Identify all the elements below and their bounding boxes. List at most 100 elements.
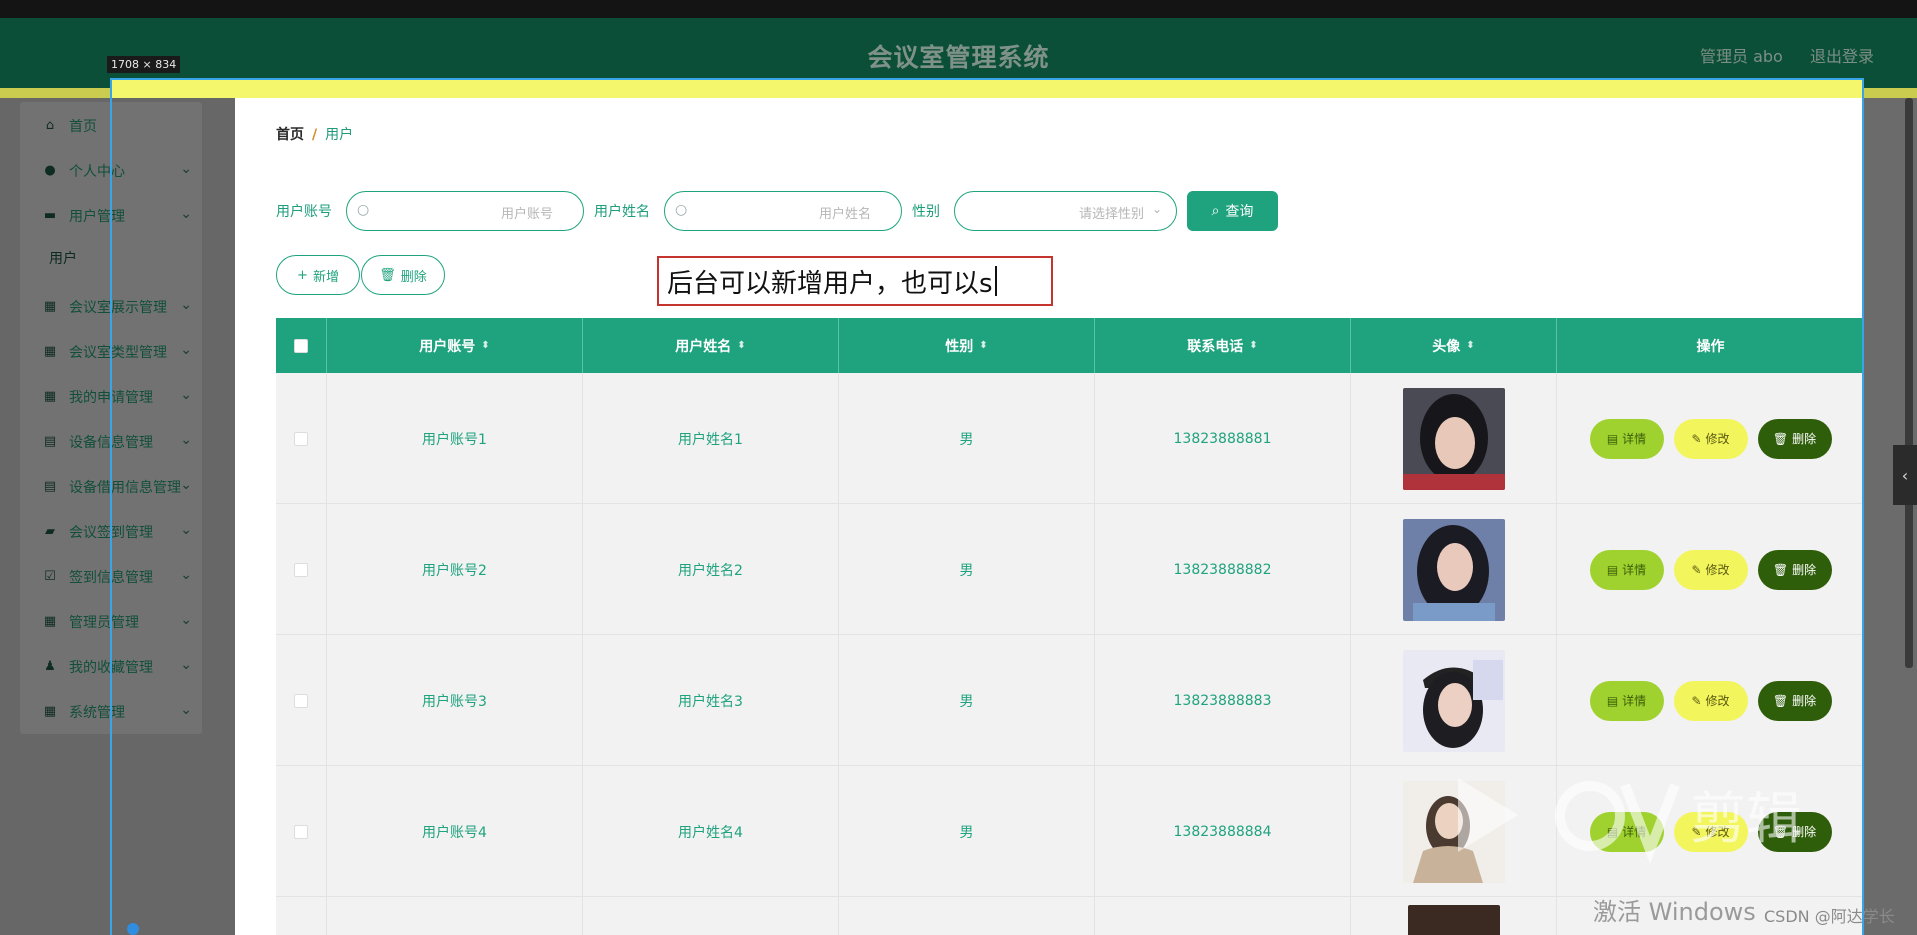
edit-label: 修改 bbox=[1705, 563, 1730, 577]
account-placeholder: 用户账号 bbox=[500, 207, 553, 222]
row-checkbox[interactable] bbox=[294, 431, 308, 446]
cell-name: 用户姓名3 bbox=[583, 635, 839, 766]
column-header-gender[interactable]: 性别 ⬍ bbox=[839, 318, 1095, 373]
sort-icon: ⬍ bbox=[979, 340, 988, 351]
edit-button[interactable]: ✎ 修改 bbox=[1673, 680, 1748, 721]
column-header-name[interactable]: 用户姓名 ⬍ bbox=[583, 318, 839, 373]
apps-icon: ▦ bbox=[43, 614, 57, 629]
user-icon: ● bbox=[44, 163, 56, 178]
chevron-down-icon: ⌄ bbox=[180, 567, 192, 583]
chevron-left-icon: ‹ bbox=[1901, 465, 1909, 485]
pencil-icon: ✎ bbox=[1691, 431, 1702, 446]
name-search-input[interactable]: ○ 用户姓名 bbox=[664, 191, 902, 231]
account-search-input[interactable]: ○ 用户账号 bbox=[346, 191, 584, 231]
row-checkbox[interactable] bbox=[294, 562, 308, 577]
cell-account: 用户账号1 bbox=[327, 373, 583, 504]
breadcrumb-current: 用户 bbox=[325, 127, 354, 143]
row-select-cell bbox=[276, 766, 327, 897]
person-icon: ♟ bbox=[44, 659, 56, 674]
cell-phone: 13823888882 bbox=[1095, 504, 1351, 635]
grid-icon: ▦ bbox=[43, 389, 57, 404]
cell-gender: 男 bbox=[839, 504, 1095, 635]
search-button[interactable]: ⌕ 查询 bbox=[1187, 191, 1278, 231]
chevron-down-icon: ⌄ bbox=[180, 477, 192, 493]
detail-button[interactable]: ▤ 详情 bbox=[1589, 549, 1664, 590]
edit-button[interactable]: ✎ 修改 bbox=[1673, 418, 1748, 459]
detail-button[interactable]: ▤ 详情 bbox=[1589, 418, 1664, 459]
column-header-phone[interactable]: 联系电话 ⬍ bbox=[1095, 318, 1351, 373]
delete-label: 删除 bbox=[1792, 432, 1817, 446]
sidebar-item-label: 用户管理 bbox=[69, 208, 125, 225]
window-yellow-band bbox=[110, 80, 1864, 98]
delete-button[interactable]: 🗑 删除 bbox=[1757, 418, 1832, 459]
pencil-icon: ✎ bbox=[1691, 562, 1702, 577]
gender-select[interactable]: 请选择性别 ⌄ bbox=[954, 191, 1177, 231]
windows-activation-watermark: 激活 Windows bbox=[1593, 898, 1756, 926]
app-title: 会议室管理系统 bbox=[867, 43, 1050, 72]
document-icon: ▤ bbox=[1606, 693, 1619, 708]
search-button-label: 查询 bbox=[1225, 204, 1254, 220]
row-checkbox[interactable] bbox=[294, 824, 308, 839]
search-icon: ○ bbox=[357, 202, 370, 218]
delete-button-label: 删除 bbox=[400, 269, 427, 285]
cell-avatar bbox=[1351, 373, 1557, 504]
cell-gender: 男 bbox=[839, 373, 1095, 504]
briefcase-icon: ▬ bbox=[43, 208, 57, 223]
add-button[interactable]: + 新增 bbox=[276, 255, 360, 295]
cell-actions: ▤ 详情 ✎ 修改 🗑 删除 bbox=[1557, 504, 1864, 635]
cell-avatar bbox=[1351, 504, 1557, 635]
cell-account: 用户账号3 bbox=[327, 635, 583, 766]
cell-name: 用户姓名4 bbox=[583, 766, 839, 897]
sidebar-item-label: 会议室展示管理 bbox=[69, 299, 167, 316]
breadcrumb: 首页 / 用户 bbox=[276, 124, 353, 144]
ev-watermark-text: 剪辑 bbox=[1690, 787, 1802, 852]
admin-name: 管理员 abo bbox=[1700, 47, 1783, 66]
plus-icon: + bbox=[297, 267, 308, 283]
logout-link[interactable]: 退出登录 bbox=[1810, 43, 1874, 67]
collapse-panel-button[interactable]: ‹ bbox=[1893, 445, 1917, 505]
row-select-cell bbox=[276, 504, 327, 635]
clipboard-icon: ▤ bbox=[43, 479, 57, 494]
annotation-text: 后台可以新增用户，也可以s bbox=[667, 268, 993, 299]
detail-button[interactable]: ▤ 详情 bbox=[1589, 680, 1664, 721]
sidebar-subitem-users[interactable]: 用户 bbox=[49, 248, 77, 268]
delete-button[interactable]: 🗑 删除 bbox=[1757, 680, 1832, 721]
chevron-down-icon: ⌄ bbox=[180, 702, 192, 718]
column-header-account[interactable]: 用户账号 ⬍ bbox=[327, 318, 583, 373]
trash-icon: 🗑 bbox=[1772, 562, 1789, 577]
delete-button[interactable]: 🗑 删除 bbox=[1757, 549, 1832, 590]
batch-delete-button[interactable]: 🗑 删除 bbox=[361, 255, 445, 295]
annotation-textbox[interactable]: 后台可以新增用户，也可以s bbox=[657, 256, 1053, 306]
edit-button[interactable]: ✎ 修改 bbox=[1673, 549, 1748, 590]
sidebar-item-label: 设备借用信息管理 bbox=[69, 479, 181, 496]
delete-label: 删除 bbox=[1792, 563, 1817, 577]
search-icon: ○ bbox=[675, 202, 688, 218]
chevron-down-icon: ⌄ bbox=[180, 657, 192, 673]
sidebar-item-label: 个人中心 bbox=[69, 163, 125, 180]
cell-name: 用户姓名1 bbox=[583, 373, 839, 504]
column-header-avatar[interactable]: 头像 ⬍ bbox=[1351, 318, 1557, 373]
breadcrumb-home[interactable]: 首页 bbox=[276, 127, 304, 143]
cell-account bbox=[327, 897, 583, 935]
resize-handle[interactable] bbox=[127, 923, 139, 935]
ev-watermark: 剪辑 bbox=[1458, 778, 1802, 864]
chevron-down-icon: ⌄ bbox=[180, 161, 192, 177]
document-icon: ▤ bbox=[1606, 562, 1619, 577]
home-icon: ⌂ bbox=[45, 118, 55, 133]
row-checkbox[interactable] bbox=[294, 693, 308, 708]
screen-top-strip bbox=[0, 0, 1917, 18]
cell-name: 用户姓名2 bbox=[583, 504, 839, 635]
gender-placeholder: 请选择性别 bbox=[1078, 207, 1144, 222]
row-select-cell bbox=[276, 635, 327, 766]
cell-avatar bbox=[1351, 897, 1557, 935]
clipboard-icon: ▤ bbox=[43, 434, 57, 449]
sidebar-item-label: 首页 bbox=[69, 118, 97, 135]
avatar bbox=[1402, 649, 1505, 752]
cell-phone: 13823888881 bbox=[1095, 373, 1351, 504]
detail-label: 详情 bbox=[1622, 432, 1647, 446]
scrollbar[interactable] bbox=[1905, 98, 1913, 668]
select-all-checkbox[interactable] bbox=[294, 338, 308, 353]
grid-icon: ▦ bbox=[43, 344, 57, 359]
cell-actions: ▤ 详情 ✎ 修改 🗑 删除 bbox=[1557, 635, 1864, 766]
chevron-down-icon: ⌄ bbox=[180, 522, 192, 538]
